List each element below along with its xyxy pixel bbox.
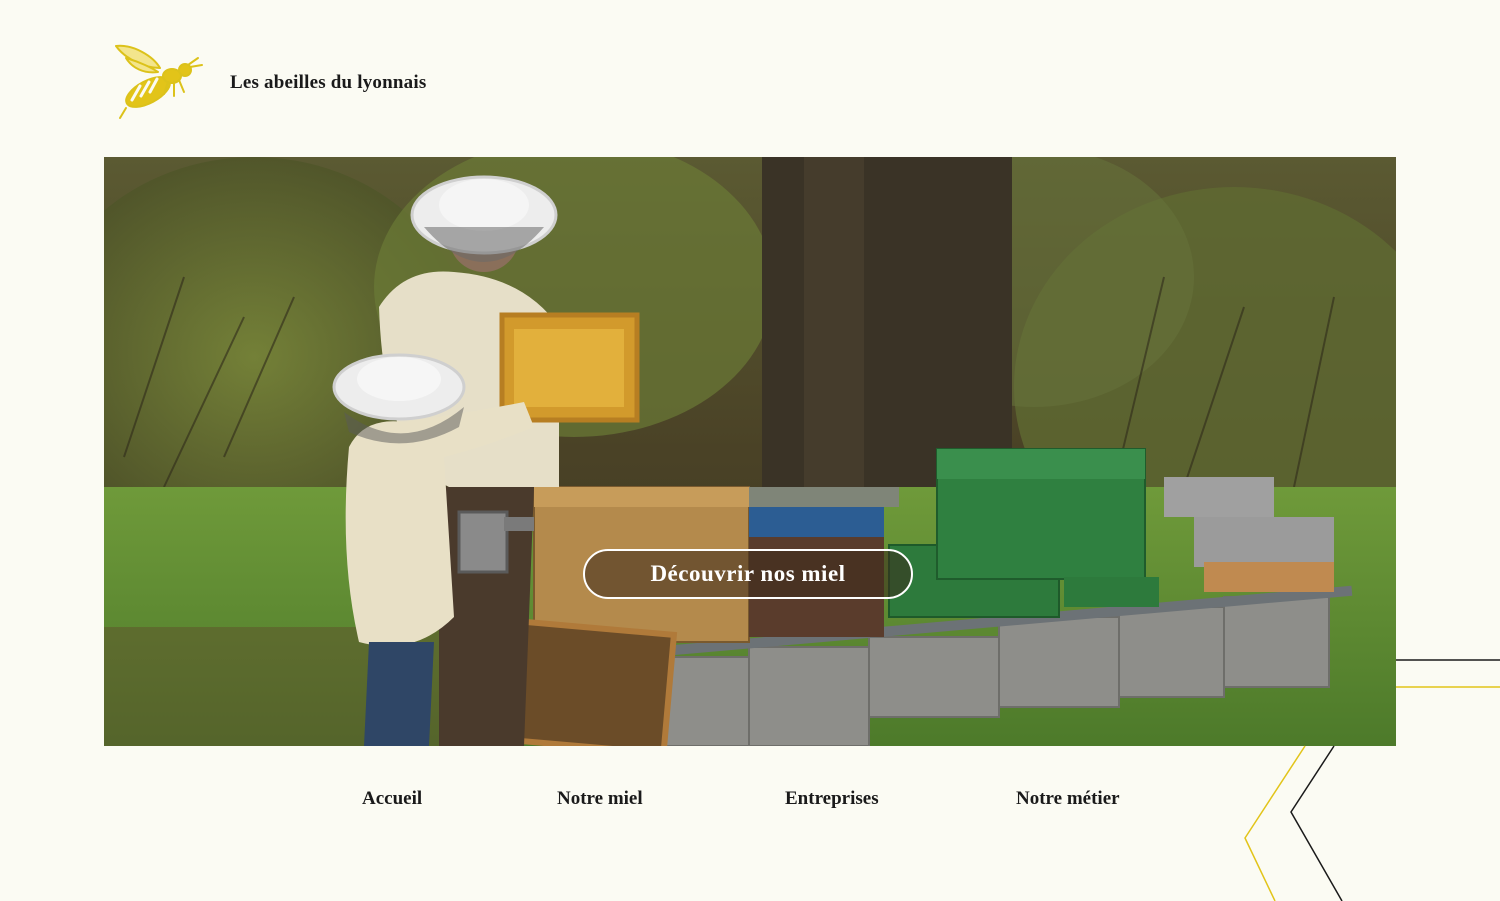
nav-item-entreprises[interactable]: Entreprises — [785, 788, 879, 810]
nav-item-accueil[interactable]: Accueil — [362, 788, 422, 810]
hero-beekeeping-image — [104, 157, 1396, 746]
discover-honey-button[interactable]: Découvrir nos miel — [583, 549, 913, 599]
nav-item-notre-metier[interactable]: Notre métier — [1016, 788, 1120, 810]
nav-item-notre-miel[interactable]: Notre miel — [557, 788, 643, 810]
brand-name[interactable]: Les abeilles du lyonnais — [230, 72, 426, 94]
site-header: Les abeilles du lyonnais — [0, 0, 1500, 150]
bee-logo-icon[interactable] — [108, 38, 208, 126]
hero-banner: Découvrir nos miel — [104, 157, 1396, 746]
main-nav: Accueil Notre miel Entreprises Notre mét… — [0, 788, 1500, 818]
